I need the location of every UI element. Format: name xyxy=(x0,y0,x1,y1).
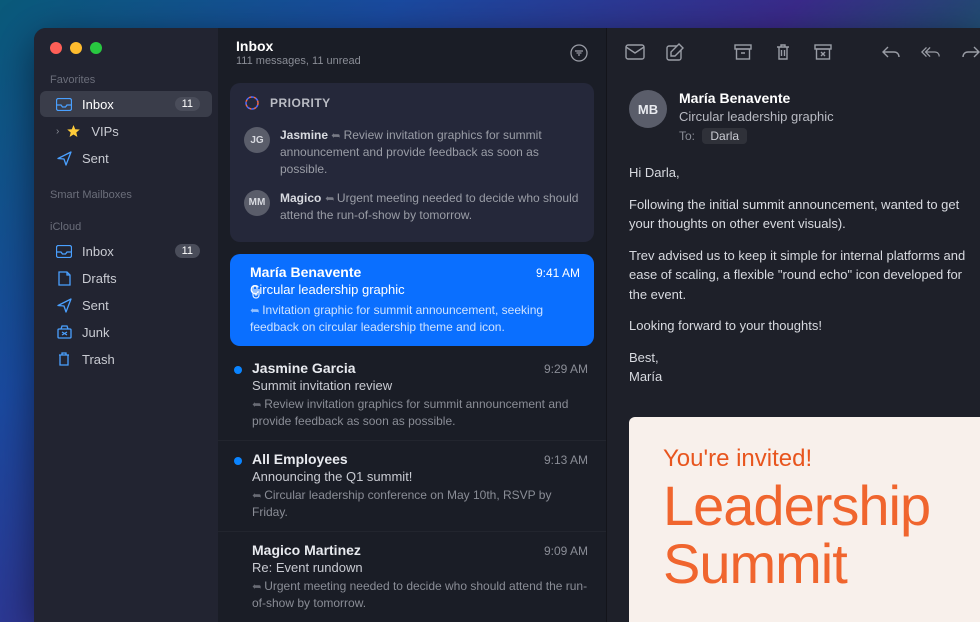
email-header: MB María Benavente Circular leadership g… xyxy=(607,76,980,159)
sidebar-item-label: Inbox xyxy=(82,244,165,259)
priority-item[interactable]: JG Jasmine ➦Review invitation graphics f… xyxy=(244,121,580,184)
message-item[interactable]: Magico Martinez 9:09 AM Re: Event rundown… xyxy=(218,532,606,622)
sidebar-item-label: VIPs xyxy=(91,124,200,139)
message-sender: All Employees xyxy=(252,451,348,467)
priority-item[interactable]: MM Magico ➦Urgent meeting needed to deci… xyxy=(244,184,580,230)
unread-badge: 11 xyxy=(175,244,200,258)
sidebar-item-icloud-inbox[interactable]: Inbox 11 xyxy=(40,238,212,264)
drafts-icon xyxy=(56,270,72,286)
trash-icon xyxy=(56,351,72,367)
message-preview: ➦Review invitation graphics for summit a… xyxy=(252,396,588,429)
sidebar-item-icloud-sent[interactable]: Sent xyxy=(40,292,212,318)
email-subject: Circular leadership graphic xyxy=(679,109,977,124)
invite-heading-big: Leadership Summit xyxy=(663,477,980,595)
message-item[interactable]: María Benavente9:41 AM Circular leadersh… xyxy=(230,254,594,346)
sidebar-item-trash[interactable]: Trash xyxy=(40,346,212,372)
sidebar-item-junk[interactable]: Junk xyxy=(40,319,212,345)
reply-all-button[interactable] xyxy=(921,42,941,62)
message-time: 9:41 AM xyxy=(536,266,580,280)
message-preview: ➦Circular leadership conference on May 1… xyxy=(252,487,588,520)
to-label: To: xyxy=(679,129,695,143)
reader-toolbar xyxy=(607,28,980,76)
message-preview: ➦Invitation graphic for summit announcem… xyxy=(250,302,580,335)
priority-label: PRIORITY xyxy=(270,96,331,110)
message-time: 9:13 AM xyxy=(544,453,588,467)
priority-avatar: MM xyxy=(244,190,270,216)
email-paragraph: Hi Darla, xyxy=(629,163,977,183)
message-time: 9:09 AM xyxy=(544,544,588,558)
fullscreen-window-button[interactable] xyxy=(90,42,102,54)
message-item[interactable]: All Employees 9:13 AM Announcing the Q1 s… xyxy=(218,441,606,532)
chevron-right-icon: › xyxy=(56,126,59,137)
filter-button[interactable] xyxy=(570,44,588,62)
message-sender: María Benavente xyxy=(250,264,361,280)
sidebar-item-label: Sent xyxy=(82,298,200,313)
priority-summary: Jasmine ➦Review invitation graphics for … xyxy=(280,127,580,178)
mailbox-subtitle: 111 messages, 11 unread xyxy=(236,55,361,67)
message-time: 9:29 AM xyxy=(544,362,588,376)
favorites-section-label: Favorites xyxy=(34,68,218,90)
priority-avatar: JG xyxy=(244,127,270,153)
star-icon xyxy=(65,123,81,139)
sidebar-item-label: Trash xyxy=(82,352,200,367)
message-subject: Announcing the Q1 summit! xyxy=(252,469,588,484)
minimize-window-button[interactable] xyxy=(70,42,82,54)
email-paragraph: Looking forward to your thoughts! xyxy=(629,316,977,336)
mailbox-title: Inbox xyxy=(236,38,361,54)
reply-button[interactable] xyxy=(881,42,901,62)
sender-avatar: MB xyxy=(629,90,667,128)
message-subject: Re: Event rundown xyxy=(252,560,588,575)
email-body: Hi Darla, Following the initial summit an… xyxy=(607,159,980,417)
sidebar-item-vips[interactable]: › VIPs xyxy=(40,118,212,144)
trash-button[interactable] xyxy=(773,42,793,62)
message-preview: ➦Urgent meeting needed to decide who sho… xyxy=(252,578,588,611)
priority-sparkle-icon xyxy=(244,95,260,111)
icloud-section-label: iCloud xyxy=(34,215,218,237)
priority-summary: Magico ➦Urgent meeting needed to decide … xyxy=(280,190,580,224)
message-subject: Summit invitation review xyxy=(252,378,588,393)
unread-badge: 11 xyxy=(175,97,200,111)
archive-button[interactable] xyxy=(733,42,753,62)
priority-section: PRIORITY JG Jasmine ➦Review invitation g… xyxy=(230,83,594,242)
email-paragraph: Best,María xyxy=(629,348,977,387)
invite-attachment[interactable]: You're invited! Leadership Summit xyxy=(629,417,980,622)
sidebar-item-label: Inbox xyxy=(82,97,165,112)
compose-button[interactable] xyxy=(665,42,685,62)
sidebar-item-label: Drafts xyxy=(82,271,200,286)
envelope-button[interactable] xyxy=(625,42,645,62)
sent-icon xyxy=(56,297,72,313)
list-header: Inbox 111 messages, 11 unread xyxy=(218,28,606,75)
sidebar-item-label: Sent xyxy=(82,151,200,166)
email-paragraph: Trev advised us to keep it simple for in… xyxy=(629,246,977,305)
unread-indicator xyxy=(234,457,242,465)
close-window-button[interactable] xyxy=(50,42,62,54)
window-controls xyxy=(34,42,218,68)
message-item[interactable]: Jasmine Garcia 9:29 AM Summit invitation … xyxy=(218,350,606,441)
inbox-icon xyxy=(56,96,72,112)
forward-button[interactable] xyxy=(961,42,980,62)
message-list: María Benavente9:41 AM Circular leadersh… xyxy=(218,250,606,622)
message-sender: Jasmine Garcia xyxy=(252,360,356,376)
email-from: María Benavente xyxy=(679,90,977,106)
email-paragraph: Following the initial summit announcemen… xyxy=(629,195,977,234)
message-sender: Magico Martinez xyxy=(252,542,361,558)
junk-icon xyxy=(56,324,72,340)
junk-button[interactable] xyxy=(813,42,833,62)
message-list-panel: Inbox 111 messages, 11 unread PRIORITY J… xyxy=(218,28,606,622)
sidebar: Favorites Inbox 11 › VIPs Sent Smart Mai… xyxy=(34,28,218,622)
smart-mailboxes-section-label: Smart Mailboxes xyxy=(34,183,218,205)
unread-indicator xyxy=(234,366,242,374)
sidebar-item-inbox[interactable]: Inbox 11 xyxy=(40,91,212,117)
sidebar-item-label: Junk xyxy=(82,325,200,340)
mail-window: Favorites Inbox 11 › VIPs Sent Smart Mai… xyxy=(34,28,980,622)
sidebar-item-sent[interactable]: Sent xyxy=(40,145,212,171)
email-to: To: Darla xyxy=(679,129,977,143)
invite-heading-small: You're invited! xyxy=(663,445,980,473)
inbox-icon xyxy=(56,243,72,259)
sent-icon xyxy=(56,150,72,166)
sidebar-item-drafts[interactable]: Drafts xyxy=(40,265,212,291)
reader-panel: MB María Benavente Circular leadership g… xyxy=(606,28,980,622)
to-recipient[interactable]: Darla xyxy=(702,128,747,144)
